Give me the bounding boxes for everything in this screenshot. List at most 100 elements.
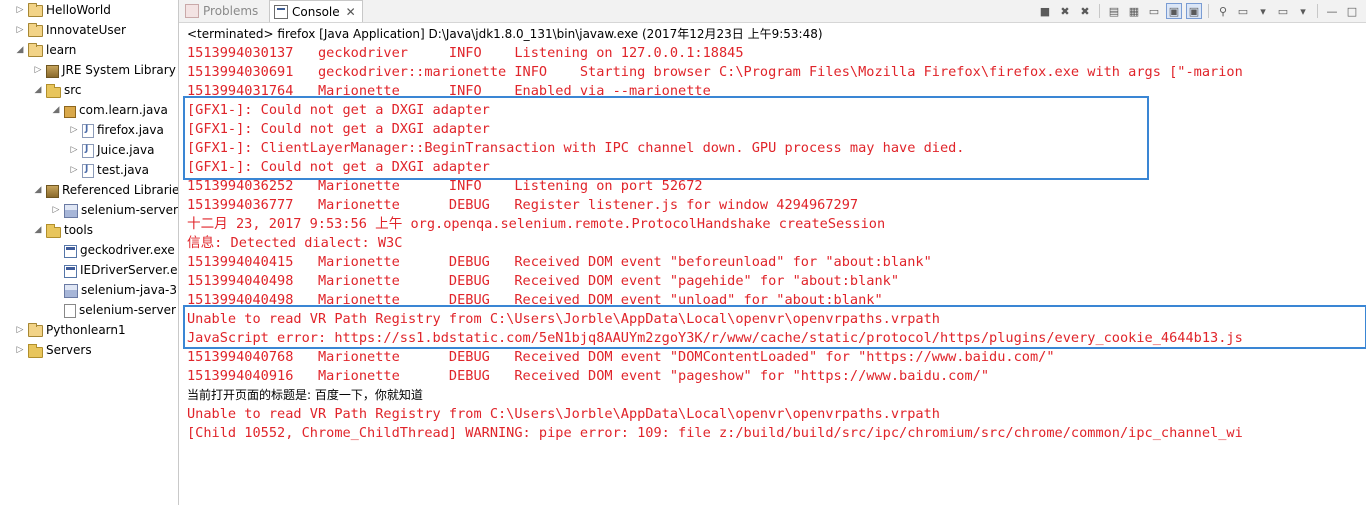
display-console-icon[interactable]: ▭ [1235,3,1251,19]
collapsed-arrow-icon[interactable]: ▷ [14,344,26,356]
tab-console[interactable]: Console ✕ [269,0,363,22]
tree-item[interactable]: selenium-server [50,300,176,320]
maximize-icon[interactable]: □ [1344,3,1360,19]
expanded-arrow-icon[interactable]: ◢ [32,84,44,96]
console-line: 信息: Detected dialect: W3C [187,235,403,251]
open-console-dropdown-icon[interactable]: ▾ [1295,3,1311,19]
tree-item[interactable]: ◢ tools [32,220,93,240]
toolbar-separator [1208,4,1209,18]
console-line: 1513994040415 Marionette DEBUG Received … [187,254,932,270]
highlight-box-vr-js-errors [183,305,1366,349]
project-icon [28,23,43,37]
java-file-icon [82,144,94,158]
console-view: Problems Console ✕ ■ ✖ ✖ ▤ ▦ ▭ ▣ ▣ ⚲ ▭ ▾ ▭ ▾ — □ <term… [179,0,1366,505]
show-stdout-icon[interactable]: ▣ [1166,3,1182,19]
console-line: 十二月 23, 2017 9:53:56 上午 org.openqa.selen… [187,216,886,232]
expanded-arrow-icon[interactable]: ◢ [32,184,44,196]
library-icon [46,64,59,78]
collapsed-arrow-icon[interactable]: ▷ [50,204,62,216]
folder-icon [28,343,43,358]
tree-item[interactable]: ▷ selenium-server [50,200,178,220]
collapsed-arrow-icon[interactable]: ▷ [68,144,80,156]
console-line: 1513994040498 Marionette DEBUG Received … [187,273,900,289]
exe-icon [64,264,77,278]
java-file-icon [82,124,94,138]
tree-item[interactable]: ▷ Pythonlearn1 [14,320,126,340]
tree-item[interactable]: ◢ learn [14,40,76,60]
pin-console-icon[interactable]: ⚲ [1215,3,1231,19]
tree-item-label: learn [46,43,77,57]
collapsed-arrow-icon[interactable]: ▷ [68,124,80,136]
expanded-arrow-icon[interactable]: ◢ [14,44,26,56]
minimize-icon[interactable]: — [1324,3,1340,19]
open-console-icon[interactable]: ▭ [1275,3,1291,19]
tree-item-label: selenium-server [79,303,176,317]
highlight-box-gfx-errors [183,96,1149,180]
tree-item[interactable]: ▷ test.java [68,160,149,180]
jar-icon [64,284,78,298]
tree-item[interactable]: ▷ Servers [14,340,92,360]
folder-icon [46,223,61,238]
show-stderr-icon[interactable]: ▣ [1186,3,1202,19]
tree-item-label: firefox.java [97,123,164,137]
console-icon [274,4,288,19]
remove-all-icon[interactable]: ✖ [1077,3,1093,19]
tree-item-label: Referenced Librarie [62,183,179,197]
console-line: 1513994036777 Marionette DEBUG Register … [187,197,859,213]
view-tab-bar: Problems Console ✕ ■ ✖ ✖ ▤ ▦ ▭ ▣ ▣ ⚲ ▭ ▾ ▭ ▾ — □ [179,0,1366,23]
tree-item-label: test.java [97,163,150,177]
launch-status: <terminated> firefox [Java Application] … [187,27,823,41]
file-icon [64,304,76,318]
console-line: Unable to read VR Path Registry from C:\… [187,406,940,422]
expanded-arrow-icon[interactable]: ◢ [32,224,44,236]
tree-item-label: Servers [46,343,92,357]
collapsed-arrow-icon[interactable]: ▷ [14,324,26,336]
tree-item-label: tools [64,223,93,237]
tree-item[interactable]: selenium-java-3 [50,280,177,300]
close-icon[interactable]: ✕ [346,5,356,19]
tree-item[interactable]: ▷ Juice.java [68,140,154,160]
tree-item[interactable]: IEDriverServer.e [50,260,178,280]
tree-item-label: src [64,83,82,97]
tab-console-label: Console [292,4,340,19]
console-line: 1513994040916 Marionette DEBUG Received … [187,368,990,384]
tree-item[interactable]: ▷ InnovateUser [14,20,126,40]
display-console-dropdown-icon[interactable]: ▾ [1255,3,1271,19]
tree-item-label: selenium-java-3 [81,283,178,297]
tree-item[interactable]: ◢ com.learn.java [50,100,168,120]
tree-item-label: Pythonlearn1 [46,323,126,337]
java-file-icon [82,164,94,178]
tree-item-label: HelloWorld [46,3,111,17]
exe-icon [64,244,77,258]
library-icon [46,184,59,198]
tree-item-label: InnovateUser [46,23,126,37]
problems-icon [185,4,199,18]
tree-item[interactable]: geckodriver.exe [50,240,175,260]
collapsed-arrow-icon[interactable]: ▷ [32,64,44,76]
remove-launch-icon[interactable]: ✖ [1057,3,1073,19]
collapsed-arrow-icon[interactable]: ▷ [14,24,26,36]
tree-item-label: JRE System Library [62,63,176,77]
tab-problems[interactable]: Problems [185,1,258,21]
project-icon [28,3,43,17]
tree-item[interactable]: ◢ src [32,80,82,100]
scroll-lock-icon[interactable]: ▦ [1126,3,1142,19]
expanded-arrow-icon[interactable]: ◢ [50,104,62,116]
toolbar-separator [1099,4,1100,18]
tree-item[interactable]: ▷ firefox.java [68,120,164,140]
word-wrap-icon[interactable]: ▭ [1146,3,1162,19]
clear-console-icon[interactable]: ▤ [1106,3,1122,19]
toolbar-separator [1317,4,1318,18]
tree-item-label: IEDriverServer.e [80,263,178,277]
stop-icon[interactable]: ■ [1037,3,1053,19]
tree-item[interactable]: ▷ HelloWorld [14,0,111,20]
tree-item[interactable]: ▷ JRE System Library [32,60,176,80]
collapsed-arrow-icon[interactable]: ▷ [14,4,26,16]
tree-item[interactable]: ◢ Referenced Librarie [32,180,179,200]
source-folder-icon [46,83,61,98]
collapsed-arrow-icon[interactable]: ▷ [68,164,80,176]
